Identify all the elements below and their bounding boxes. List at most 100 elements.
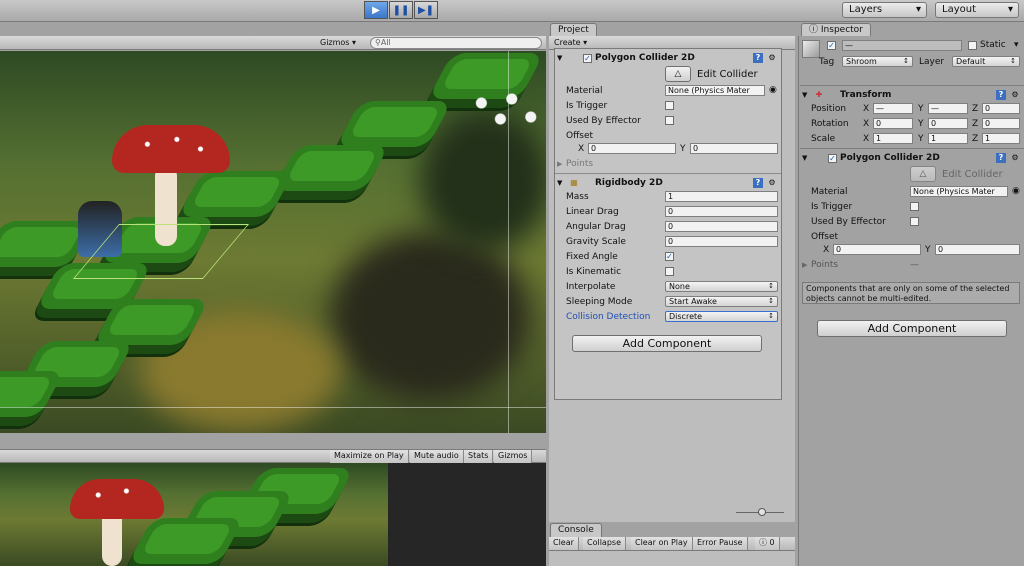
offset-x-field[interactable]: 0 xyxy=(588,143,676,154)
grass-tile xyxy=(0,371,65,417)
transform-header[interactable]: ▼ ✚ Transform ? ⚙ xyxy=(800,88,1024,102)
grass-tile xyxy=(177,171,295,217)
expand-arrow-icon: ▼ xyxy=(557,54,563,62)
console-toolbar: Clear Collapse Clear on Play Error Pause… xyxy=(549,537,795,551)
help-icon[interactable]: ? xyxy=(996,153,1006,163)
inspector-material-field[interactable]: None (Physics Mater xyxy=(910,186,1008,197)
polygon-edit-icon: △ xyxy=(674,69,682,79)
scale-x-field[interactable]: 1 xyxy=(873,133,913,144)
layout-dropdown[interactable]: Layout xyxy=(935,2,1019,18)
inspector-add-component-button[interactable]: Add Component xyxy=(817,320,1007,337)
material-field[interactable]: None (Physics Mater xyxy=(665,85,765,96)
mute-audio-toggle[interactable]: Mute audio xyxy=(410,450,464,463)
tab-console[interactable]: Console xyxy=(550,523,602,537)
scene-search-field[interactable]: ⚲All xyxy=(370,37,542,49)
component-enabled-checkbox[interactable]: ✓ xyxy=(583,54,592,63)
gear-icon[interactable]: ⚙ xyxy=(1010,153,1020,163)
add-component-button[interactable]: Add Component xyxy=(572,335,762,352)
inspector-is-trigger-checkbox[interactable] xyxy=(910,202,919,211)
expand-arrow-icon: ▼ xyxy=(802,154,808,162)
inspector-offset-x-field[interactable]: 0 xyxy=(833,244,921,255)
sleeping-mode-dropdown[interactable]: Start Awake xyxy=(665,296,778,307)
rotation-y-field[interactable]: 0 xyxy=(928,118,968,129)
help-icon[interactable]: ? xyxy=(753,53,763,63)
collision-detection-dropdown[interactable]: Discrete xyxy=(665,311,778,322)
position-z-field[interactable]: 0 xyxy=(982,103,1020,114)
fixed-angle-checkbox[interactable]: ✓ xyxy=(665,252,674,261)
help-icon[interactable]: ? xyxy=(753,178,763,188)
gear-icon[interactable]: ⚙ xyxy=(767,178,777,188)
offset-y-field[interactable]: 0 xyxy=(690,143,778,154)
static-dropdown-icon[interactable]: ▾ xyxy=(1014,40,1019,51)
zoom-slider-handle[interactable] xyxy=(758,508,766,516)
layers-dropdown[interactable]: Layers xyxy=(842,2,927,18)
gameobject-cube-icon xyxy=(802,40,820,58)
mushroom-cap xyxy=(112,125,230,173)
play-button[interactable]: ▶ xyxy=(364,1,388,19)
game-view[interactable] xyxy=(0,463,388,566)
gravity-scale-field[interactable]: 0 xyxy=(665,236,778,247)
stats-toggle[interactable]: Stats xyxy=(464,450,494,463)
grid-line xyxy=(508,51,509,433)
inspector-polygon-collider-header[interactable]: ▼ ✓ Polygon Collider 2D ? ⚙ xyxy=(800,151,1024,165)
static-checkbox[interactable] xyxy=(968,41,977,50)
floating-inspector: ▼ ✓ Polygon Collider 2D ? ⚙ △ Edit Colli… xyxy=(554,48,782,400)
tag-dropdown[interactable]: Shroom xyxy=(842,56,913,67)
interpolate-dropdown[interactable]: None xyxy=(665,281,778,292)
points-label[interactable]: Points xyxy=(566,159,593,170)
scene-view[interactable] xyxy=(0,51,546,433)
inspector-points-label[interactable]: Points xyxy=(811,260,838,271)
inspector-used-by-effector-checkbox[interactable] xyxy=(910,217,919,226)
info-count-toggle[interactable]: ⓘ 0 xyxy=(755,537,780,550)
edit-collider-button[interactable]: △ xyxy=(665,66,691,82)
gear-icon[interactable]: ⚙ xyxy=(1010,90,1020,100)
console-collapse-toggle[interactable]: Collapse xyxy=(583,537,626,550)
polygon-edit-icon: △ xyxy=(919,169,927,179)
play-icon: ▶ xyxy=(372,4,380,16)
inspector-offset-y-field[interactable]: 0 xyxy=(935,244,1020,255)
game-gizmos-button[interactable]: Gizmos xyxy=(494,450,533,463)
gameobject-name-field[interactable]: — xyxy=(842,40,962,51)
clear-on-play-toggle[interactable]: Clear on Play xyxy=(631,537,693,550)
points-arrow-icon[interactable]: ▶ xyxy=(802,260,807,270)
object-picker-icon[interactable]: ◉ xyxy=(1012,186,1020,197)
used-by-effector-checkbox[interactable] xyxy=(665,116,674,125)
linear-drag-field[interactable]: 0 xyxy=(665,206,778,217)
step-icon: ▶❚ xyxy=(417,4,435,16)
mass-field[interactable]: 1 xyxy=(665,191,778,202)
multi-edit-note: Components that are only on some of the … xyxy=(802,282,1020,304)
rigidbody-header[interactable]: ▼ ▦ Rigidbody 2D ? ⚙ xyxy=(555,176,781,190)
console-clear-button[interactable]: Clear xyxy=(549,537,579,550)
angular-drag-field[interactable]: 0 xyxy=(665,221,778,232)
error-pause-toggle[interactable]: Error Pause xyxy=(693,537,748,550)
position-y-field[interactable]: — xyxy=(928,103,968,114)
inspector-edit-collider-button: △ xyxy=(910,166,936,182)
transform-icon: ✚ xyxy=(815,90,823,99)
pause-icon: ❚❚ xyxy=(392,4,410,16)
position-x-field[interactable]: — xyxy=(873,103,913,114)
gear-icon[interactable]: ⚙ xyxy=(767,53,777,63)
scene-gizmos-button[interactable]: Gizmos ▾ xyxy=(320,37,356,49)
points-arrow-icon[interactable]: ▶ xyxy=(557,159,562,169)
gameobject-active-checkbox[interactable]: ✓ xyxy=(827,41,836,50)
maximize-on-play-toggle[interactable]: Maximize on Play xyxy=(330,450,409,463)
rotation-x-field[interactable]: 0 xyxy=(873,118,913,129)
help-icon[interactable]: ? xyxy=(996,90,1006,100)
expand-arrow-icon: ▼ xyxy=(802,91,808,99)
layer-dropdown[interactable]: Default xyxy=(952,56,1020,67)
grass-tile xyxy=(272,145,390,191)
mushroom-cap xyxy=(70,479,164,519)
is-kinematic-checkbox[interactable] xyxy=(665,267,674,276)
pause-button[interactable]: ❚❚ xyxy=(389,1,413,19)
component-enabled-checkbox[interactable]: ✓ xyxy=(828,154,837,163)
polygon-collider-header[interactable]: ▼ ✓ Polygon Collider 2D ? ⚙ xyxy=(555,51,781,65)
rotation-z-field[interactable]: 0 xyxy=(982,118,1020,129)
tab-inspector[interactable]: ⓘ Inspector xyxy=(801,23,871,37)
scale-y-field[interactable]: 1 xyxy=(928,133,968,144)
is-trigger-checkbox[interactable] xyxy=(665,101,674,110)
tab-project[interactable]: Project xyxy=(550,23,597,37)
scale-z-field[interactable]: 1 xyxy=(982,133,1020,144)
inspector-points-value: — xyxy=(910,260,919,270)
step-button[interactable]: ▶❚ xyxy=(414,1,438,19)
object-picker-icon[interactable]: ◉ xyxy=(769,85,777,96)
